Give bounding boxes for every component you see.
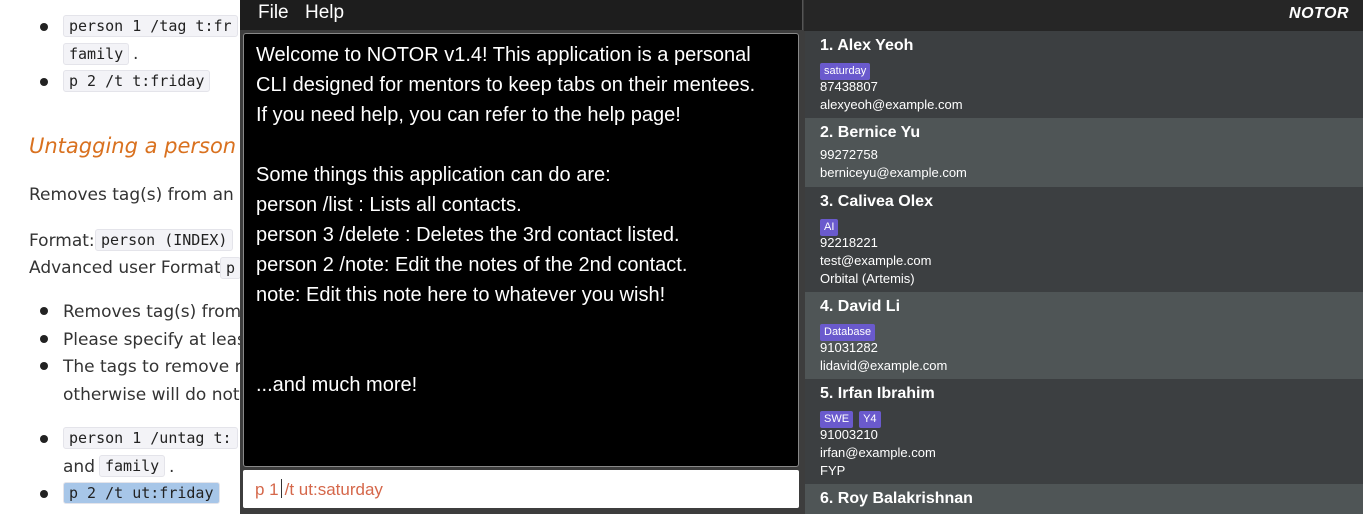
person-list[interactable]: 1. Alex Yeoh saturday 87438807 alexyeoh@exa… xyxy=(805,31,1363,514)
doc-text: The tags to remove m xyxy=(63,357,252,377)
menu-bar: File Help xyxy=(240,0,803,30)
bullet xyxy=(40,335,48,343)
doc-text: . xyxy=(133,44,139,64)
code-snippet: person 1 /untag t: xyxy=(63,427,238,449)
bullet xyxy=(40,23,48,31)
result-line: Some things this application can do are: xyxy=(256,164,611,186)
person-email: berniceyu@example.com xyxy=(820,165,967,180)
person-name: 3. Calivea Olex xyxy=(820,193,933,210)
menu-file[interactable]: File xyxy=(258,2,289,24)
person-email: test@example.com xyxy=(820,253,932,268)
doc-text: Advanced user Format: xyxy=(29,258,227,278)
section-heading: Untagging a person xyxy=(29,134,237,158)
person-phone: 92218221 xyxy=(820,235,878,250)
code-snippet: p 2 /t t:friday xyxy=(63,70,211,92)
bullet xyxy=(40,435,48,443)
result-line: note: Edit this note here to whatever yo… xyxy=(256,284,666,306)
doc-text: Format: xyxy=(29,231,95,251)
doc-text: Removes tag(s) from an ex xyxy=(29,185,260,205)
bullet xyxy=(40,362,48,370)
result-line: ...and much more! xyxy=(256,374,418,396)
result-line: Welcome to NOTOR v1.4! This application … xyxy=(256,44,751,66)
tag-list: AI xyxy=(820,215,1363,236)
app-header: NOTOR xyxy=(804,0,1363,31)
bullet xyxy=(40,78,48,86)
person-phone: 87438807 xyxy=(820,79,878,94)
person-name: 2. Bernice Yu xyxy=(820,124,921,141)
person-group: FYP xyxy=(820,463,846,478)
menu-help[interactable]: Help xyxy=(305,2,344,24)
result-line xyxy=(256,340,798,370)
person-group: Orbital (Artemis) xyxy=(820,271,915,286)
person-email: lidavid@example.com xyxy=(820,358,948,373)
code-snippet: person 1 /tag t:fr xyxy=(63,15,238,37)
result-line: person 2 /note: Edit the notes of the 2n… xyxy=(256,254,688,276)
person-phone: 99272758 xyxy=(820,147,878,162)
result-line: If you need help, you can refer to the h… xyxy=(256,104,681,126)
person-card[interactable]: 1. Alex Yeoh saturday 87438807 alexyeoh@exa… xyxy=(805,31,1363,118)
bullet xyxy=(40,307,48,315)
result-line: person /list : Lists all contacts. xyxy=(256,194,522,216)
doc-text: . xyxy=(169,457,175,477)
person-card[interactable]: 5. Irfan Ibrahim SWE Y4 91003210 irfan@examp… xyxy=(805,379,1363,484)
result-line: CLI designed for mentors to keep tabs on… xyxy=(256,74,756,96)
tag-list: SWEY4 xyxy=(820,407,1363,428)
person-card[interactable]: 6. Roy BalakrishnanSWEY4 xyxy=(805,484,1363,514)
person-email: irfan@example.com xyxy=(820,445,936,460)
person-name: 6. Roy Balakrishnan xyxy=(820,490,973,507)
result-line xyxy=(256,310,798,340)
code-snippet: family xyxy=(99,455,166,477)
person-card[interactable]: 3. Calivea Olex AI 92218221 test@example.co… xyxy=(805,187,1363,292)
result-line xyxy=(256,130,798,160)
doc-text: Please specify at least xyxy=(63,330,253,350)
code-snippet: family xyxy=(63,43,130,65)
text-caret xyxy=(280,479,282,498)
person-card[interactable]: 4. David Li Database 91031282 lidavid@examp… xyxy=(805,292,1363,379)
result-line: person 3 /delete : Deletes the 3rd conta… xyxy=(256,224,680,246)
tag-list: saturday xyxy=(820,59,1363,80)
code-snippet: p xyxy=(220,257,242,279)
person-name: 1. Alex Yeoh xyxy=(820,37,914,54)
user-guide-page: person 1 /tag t:fr family . p 2 /t t:fri… xyxy=(0,0,260,514)
person-name: 4. David Li xyxy=(820,298,901,315)
code-snippet-selected: p 2 /t ut:friday xyxy=(63,482,220,504)
doc-text: and xyxy=(63,457,95,477)
command-input[interactable]: p 1/t ut:saturday xyxy=(243,470,799,508)
person-card[interactable]: 2. Bernice Yu 99272758 berniceyu@example.c… xyxy=(805,118,1363,187)
person-phone: 91003210 xyxy=(820,427,878,442)
person-name: 5. Irfan Ibrahim xyxy=(820,385,935,402)
doc-text: otherwise will do noth xyxy=(63,385,251,405)
notor-app-window: File Help Welcome to NOTOR v1.4! This ap… xyxy=(240,0,1363,514)
command-text-before-caret: p 1 xyxy=(255,480,279,499)
doc-text: Removes tag(s) from t xyxy=(63,302,254,322)
person-email: alexyeoh@example.com xyxy=(820,97,963,112)
app-logo: NOTOR xyxy=(1289,5,1349,22)
person-phone: 91031282 xyxy=(820,340,878,355)
bullet xyxy=(40,490,48,498)
result-display: Welcome to NOTOR v1.4! This application … xyxy=(243,33,799,467)
tag-list: Database xyxy=(820,320,1363,341)
code-snippet: person (INDEX) xyxy=(95,229,234,251)
command-text-after-caret: /t ut:saturday xyxy=(284,480,383,499)
